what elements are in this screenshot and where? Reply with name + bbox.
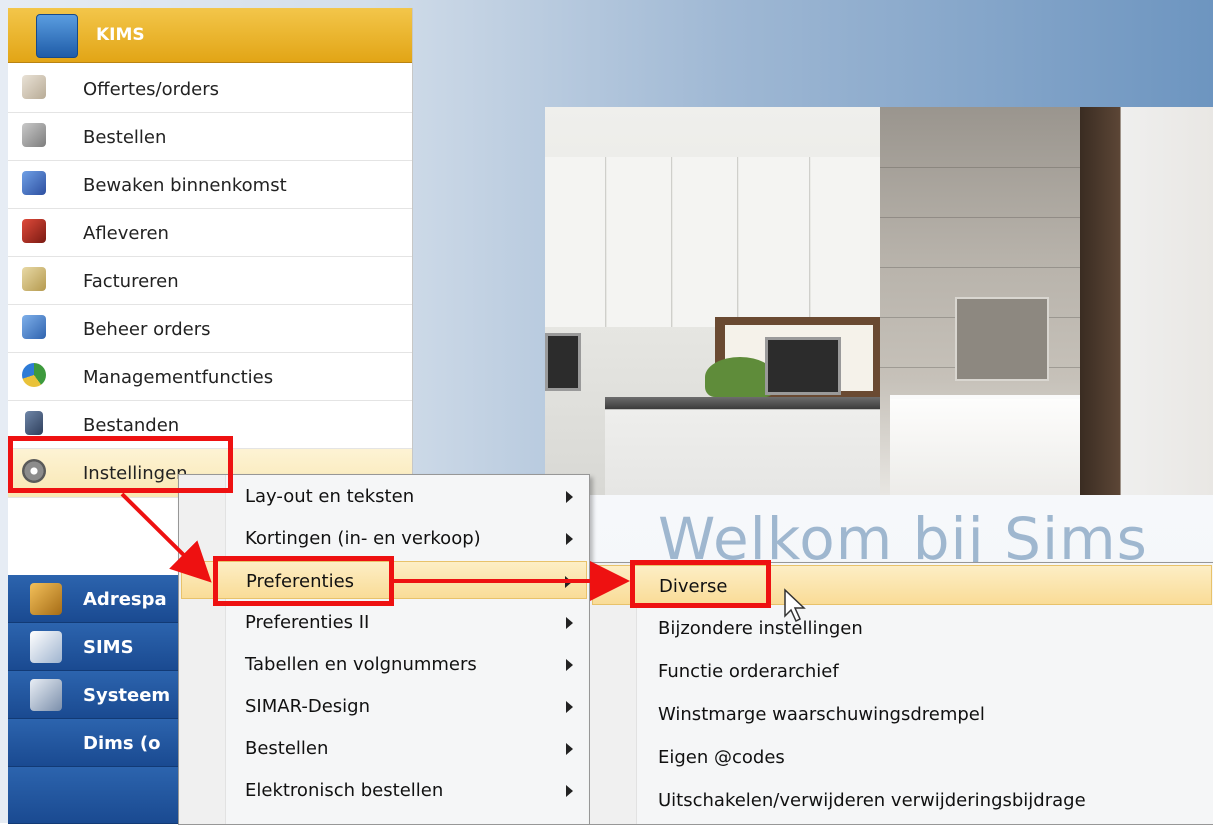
context-menu-instellingen: Lay-out en teksten Kortingen (in- en ver… bbox=[178, 474, 590, 825]
nav-item-bestellen[interactable]: Bestellen bbox=[8, 113, 412, 161]
menu-item-uitschakelen-verwijderingsbijdrage[interactable]: Uitschakelen/verwijderen verwijderingsbi… bbox=[592, 780, 1212, 820]
address-book-icon bbox=[30, 583, 62, 615]
submenu-arrow-icon bbox=[566, 533, 573, 545]
nav-header-label: KIMS bbox=[96, 25, 145, 45]
menu-item-label: Kortingen (in- en verkoop) bbox=[245, 528, 481, 549]
nav-item-label: Afleveren bbox=[83, 223, 169, 244]
submenu-arrow-icon bbox=[566, 743, 573, 755]
monitor-user-icon bbox=[22, 171, 46, 195]
menu-item-bijzondere-instellingen[interactable]: Bijzondere instellingen bbox=[592, 608, 1212, 648]
menu-item-winstmarge-waarschuwingsdrempel[interactable]: Winstmarge waarschuwingsdrempel bbox=[592, 694, 1212, 734]
menu-item-label: Bijzondere instellingen bbox=[658, 618, 863, 639]
menu-item-preferenties-ii[interactable]: Preferenties II bbox=[181, 603, 587, 641]
menu-item-functie-orderarchief[interactable]: Functie orderarchief bbox=[592, 651, 1212, 691]
menu-item-tabellen-en-volgnummers[interactable]: Tabellen en volgnummers bbox=[181, 645, 587, 683]
menu-item-label: SIMAR-Design bbox=[245, 696, 370, 717]
nav-item-afleveren[interactable]: Afleveren bbox=[8, 209, 412, 257]
nav-item-label: Managementfuncties bbox=[83, 367, 274, 388]
annotation-box-instellingen bbox=[8, 436, 233, 493]
nav-item-label: Factureren bbox=[83, 271, 179, 292]
nav-item-beheer-orders[interactable]: Beheer orders bbox=[8, 305, 412, 353]
system-gear-icon bbox=[30, 679, 62, 711]
menu-item-label: Preferenties II bbox=[245, 612, 370, 633]
menu-item-lay-out-en-teksten[interactable]: Lay-out en teksten bbox=[181, 477, 587, 515]
nav-item-label: Offertes/orders bbox=[83, 79, 219, 100]
menu-item-label: Tabellen en volgnummers bbox=[245, 654, 477, 675]
nav-item-label: Beheer orders bbox=[83, 319, 211, 340]
mouse-cursor-icon bbox=[784, 588, 806, 623]
nav-group-label: Adrespa bbox=[83, 589, 167, 610]
submenu-arrow-icon bbox=[566, 701, 573, 713]
menu-item-bestellen[interactable]: Bestellen bbox=[181, 729, 587, 767]
menu-item-eigen-codes[interactable]: Eigen @codes bbox=[592, 737, 1212, 777]
nav-item-label: Bestanden bbox=[83, 415, 180, 436]
submenu-arrow-icon bbox=[566, 491, 573, 503]
menu-item-elektronisch-bestellen[interactable]: Elektronisch bestellen bbox=[181, 771, 587, 809]
nav-header-kims[interactable]: KIMS bbox=[8, 8, 412, 63]
submenu-arrow-icon bbox=[565, 576, 572, 588]
nav-item-managementfuncties[interactable]: Managementfuncties bbox=[8, 353, 412, 401]
nav-item-bewaken-binnenkomst[interactable]: Bewaken binnenkomst bbox=[8, 161, 412, 209]
folder-icon bbox=[22, 315, 46, 339]
invoice-icon bbox=[22, 267, 46, 291]
menu-item-label: Uitschakelen/verwijderen verwijderingsbi… bbox=[658, 790, 1086, 811]
hand-document-icon bbox=[22, 75, 46, 99]
submenu-arrow-icon bbox=[566, 659, 573, 671]
banner-image bbox=[545, 107, 1213, 495]
nav-group-label: Dims (o bbox=[83, 733, 161, 754]
menu-item-label: Functie orderarchief bbox=[658, 661, 839, 682]
nav-group-label: SIMS bbox=[83, 637, 134, 658]
cash-register-icon bbox=[22, 123, 46, 147]
nav-group-label: Systeem bbox=[83, 685, 171, 706]
menu-item-label: Bestellen bbox=[245, 738, 329, 759]
menu-item-label: Winstmarge waarschuwingsdrempel bbox=[658, 704, 985, 725]
nav-item-label: Bewaken binnenkomst bbox=[83, 175, 287, 196]
nav-item-offertes-orders[interactable]: Offertes/orders bbox=[8, 65, 412, 113]
menu-item-label: Eigen @codes bbox=[658, 747, 785, 768]
faucet-icon bbox=[30, 631, 62, 663]
cabinet-icon bbox=[25, 411, 43, 435]
menu-item-label: Lay-out en teksten bbox=[245, 486, 415, 507]
submenu-arrow-icon bbox=[566, 617, 573, 629]
nav-item-label: Bestellen bbox=[83, 127, 167, 148]
annotation-box-preferenties bbox=[213, 556, 394, 606]
truck-icon bbox=[22, 219, 46, 243]
annotation-box-diverse bbox=[630, 560, 771, 608]
menu-item-label: Elektronisch bestellen bbox=[245, 780, 444, 801]
menu-item-kortingen[interactable]: Kortingen (in- en verkoop) bbox=[181, 519, 587, 557]
nav-item-factureren[interactable]: Factureren bbox=[8, 257, 412, 305]
menu-item-simar-design[interactable]: SIMAR-Design bbox=[181, 687, 587, 725]
database-icon bbox=[36, 14, 78, 58]
submenu-arrow-icon bbox=[566, 785, 573, 797]
pie-chart-icon bbox=[22, 363, 46, 387]
